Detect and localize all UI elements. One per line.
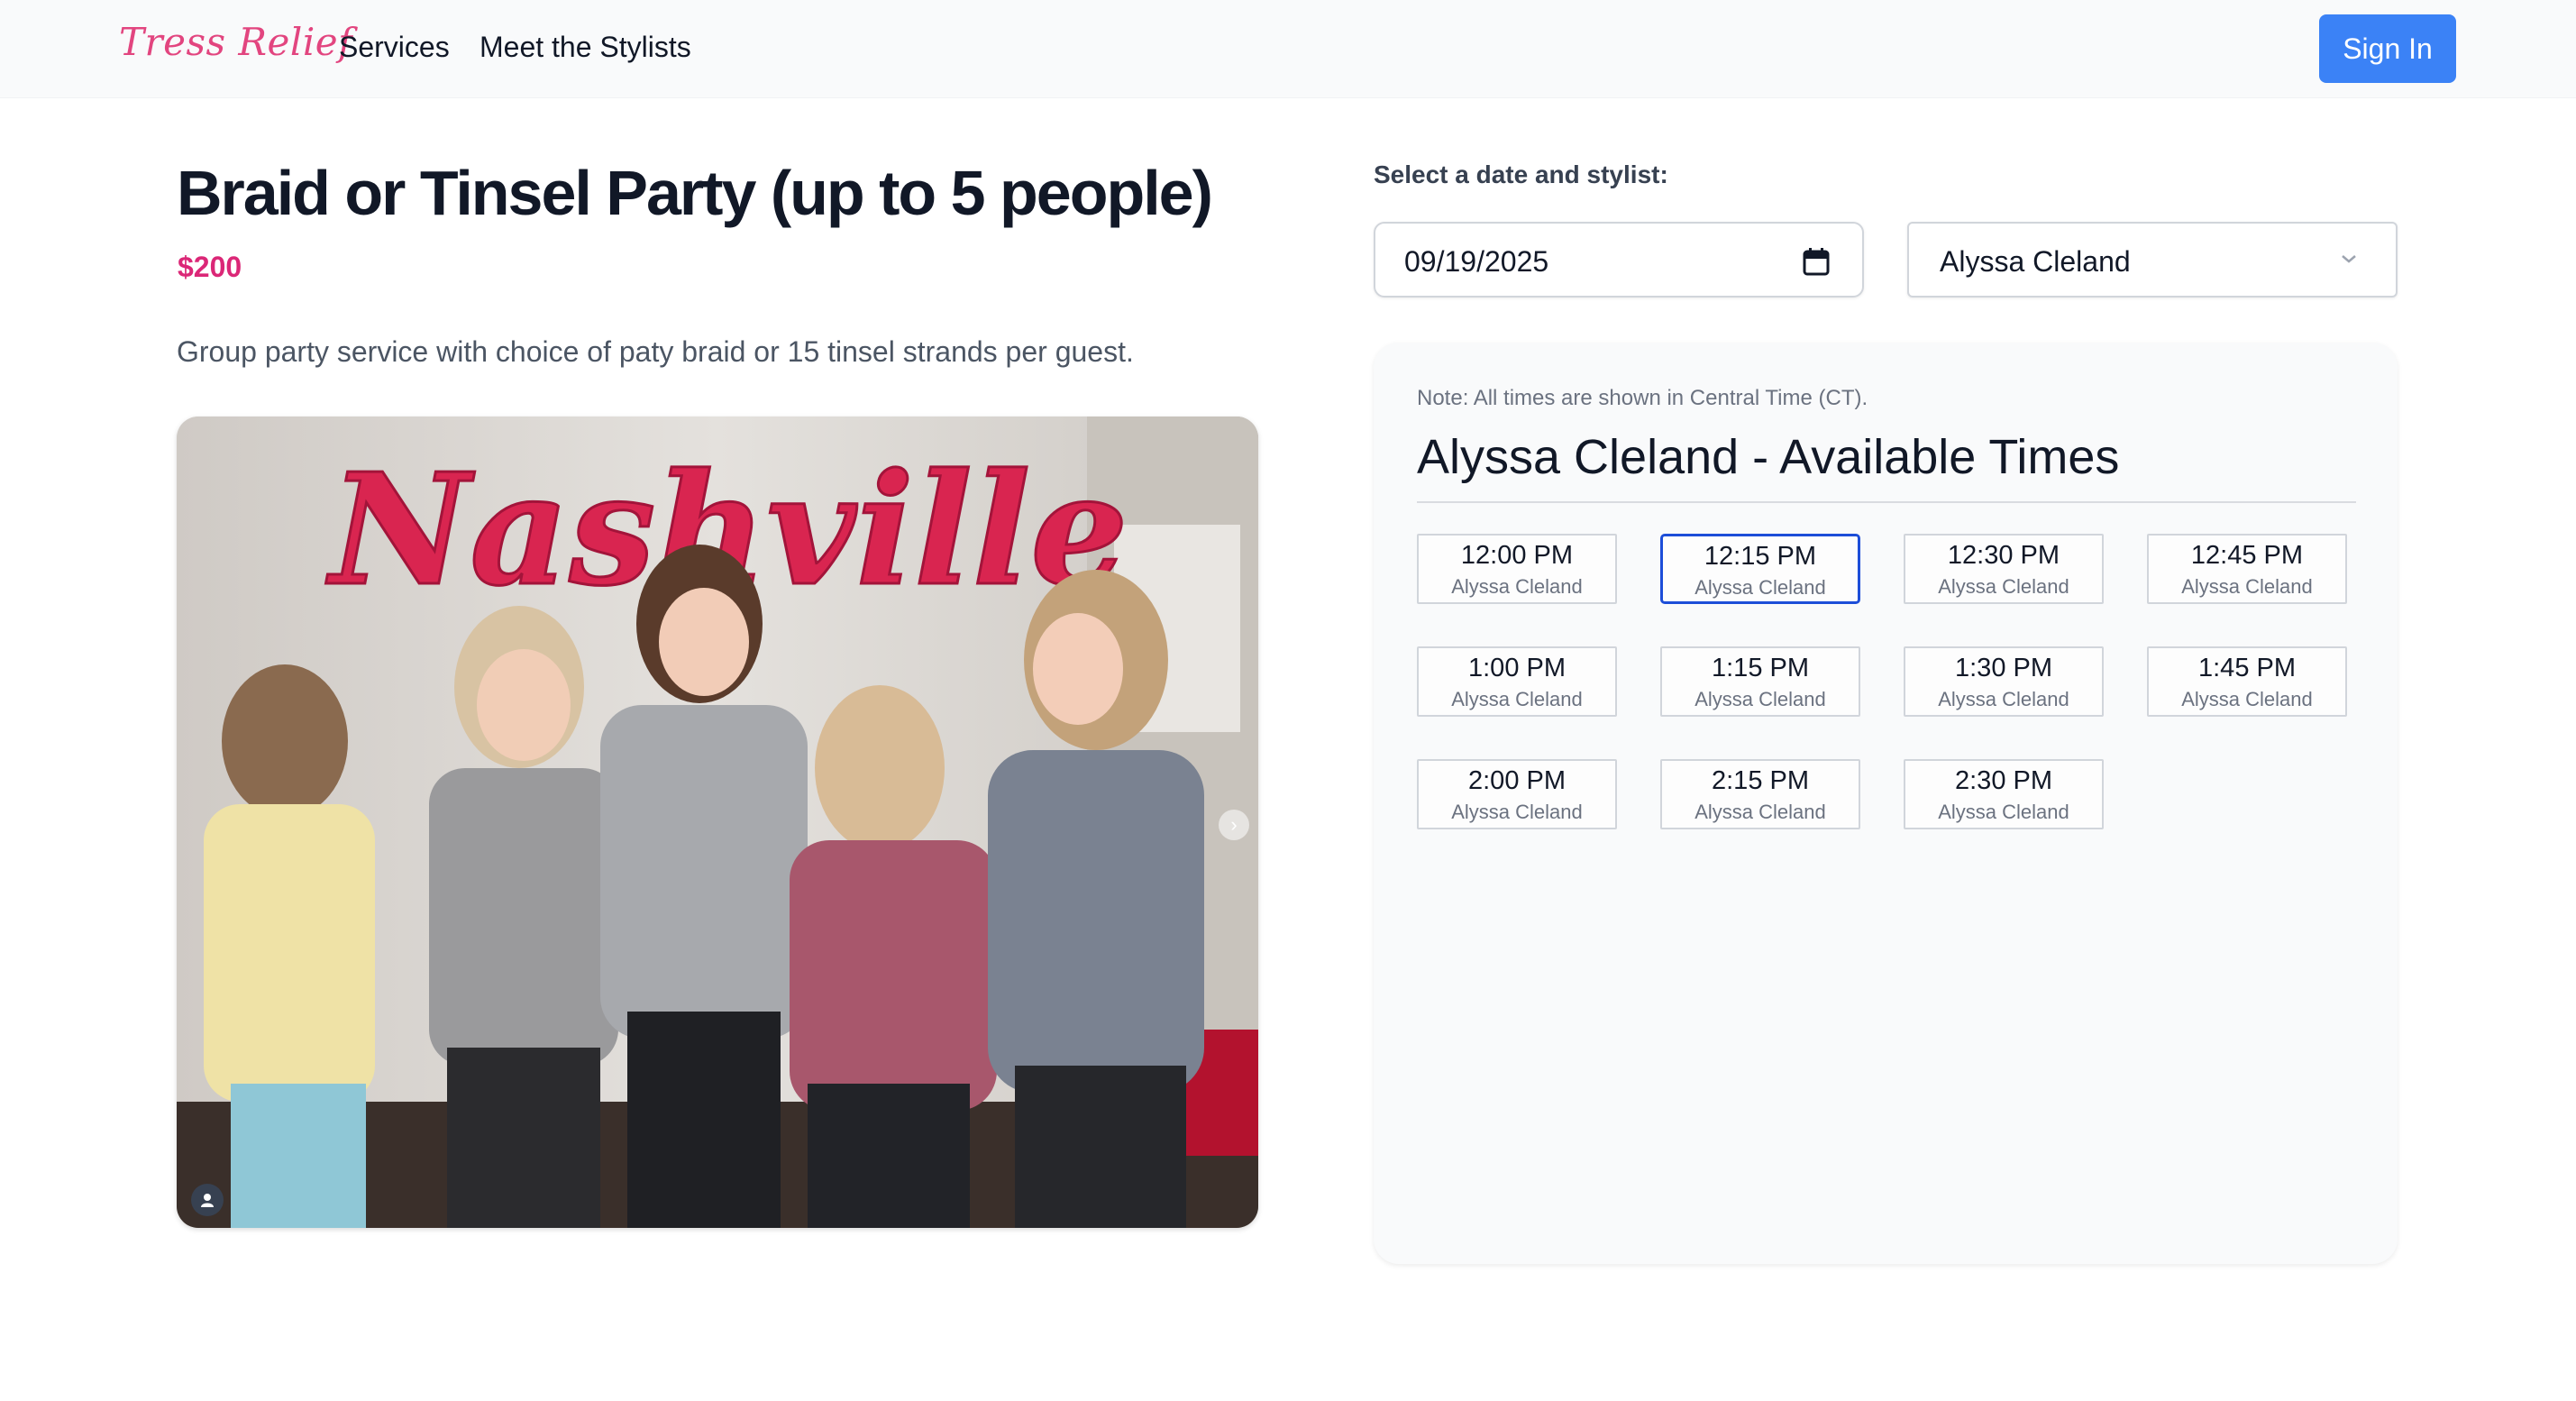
user-icon (191, 1184, 224, 1216)
calendar-icon[interactable] (1803, 247, 1830, 280)
time-slot-stylist: Alyssa Cleland (1694, 688, 1826, 710)
time-slot-stylist: Alyssa Cleland (1694, 576, 1826, 599)
nav-link-services[interactable]: Services (339, 31, 450, 64)
timezone-note: Note: All times are shown in Central Tim… (1417, 386, 1868, 410)
party-photo-illustration: Nashville (177, 417, 1258, 1228)
time-slot-button[interactable]: 12:45 PM Alyssa Cleland (2147, 534, 2347, 604)
time-slot-stylist: Alyssa Cleland (1694, 801, 1826, 823)
time-slot-button[interactable]: 2:15 PM Alyssa Cleland (1660, 759, 1860, 829)
time-slot-button[interactable]: 1:45 PM Alyssa Cleland (2147, 646, 2347, 717)
stylist-select[interactable]: Alyssa Cleland (1907, 222, 2398, 298)
time-slot-button[interactable]: 12:30 PM Alyssa Cleland (1904, 534, 2104, 604)
time-slot-stylist: Alyssa Cleland (1451, 688, 1583, 710)
time-slot-stylist: Alyssa Cleland (2181, 575, 2313, 598)
time-slot-button[interactable]: 12:15 PM Alyssa Cleland (1660, 534, 1860, 604)
carousel-next-icon[interactable]: › (1219, 810, 1249, 840)
time-slot-stylist: Alyssa Cleland (1451, 801, 1583, 823)
time-slot-time: 12:30 PM (1947, 541, 2060, 570)
time-slot-time: 1:30 PM (1955, 654, 2052, 682)
time-slot-stylist: Alyssa Cleland (1451, 575, 1583, 598)
available-times-heading: Alyssa Cleland - Available Times (1417, 430, 2120, 484)
date-stylist-label: Select a date and stylist: (1374, 160, 1668, 188)
available-times-panel: Note: All times are shown in Central Tim… (1374, 343, 2398, 1264)
sign-in-button[interactable]: Sign In (2319, 14, 2456, 83)
time-slot-stylist: Alyssa Cleland (1938, 688, 2069, 710)
brand-logo[interactable]: Tress Relief (119, 20, 352, 64)
service-photo: Nashville (177, 417, 1258, 1228)
service-title: Braid or Tinsel Party (up to 5 people) (177, 158, 1213, 228)
chevron-down-icon (2340, 252, 2358, 270)
stylist-select-value: Alyssa Cleland (1940, 245, 2131, 278)
nav-link-meet-the-stylists[interactable]: Meet the Stylists (480, 31, 691, 64)
date-value: 09/19/2025 (1404, 245, 1549, 278)
time-slot-stylist: Alyssa Cleland (1938, 575, 2069, 598)
time-slot-time: 2:30 PM (1955, 766, 2052, 795)
time-slot-time: 1:15 PM (1712, 654, 1809, 682)
time-slot-button[interactable]: 1:00 PM Alyssa Cleland (1417, 646, 1617, 717)
time-slot-button[interactable]: 2:00 PM Alyssa Cleland (1417, 759, 1617, 829)
top-navbar: Tress Relief Services Meet the Stylists … (0, 0, 2576, 98)
time-slot-button[interactable]: 2:30 PM Alyssa Cleland (1904, 759, 2104, 829)
divider (1417, 501, 2356, 503)
date-input[interactable]: 09/19/2025 (1374, 222, 1864, 298)
service-price: $200 (178, 251, 242, 283)
time-slot-time: 12:15 PM (1704, 542, 1817, 571)
time-slot-stylist: Alyssa Cleland (2181, 688, 2313, 710)
time-slot-time: 12:00 PM (1460, 541, 1574, 570)
time-slot-time: 2:15 PM (1712, 766, 1809, 795)
time-slot-time: 2:00 PM (1468, 766, 1566, 795)
time-slot-time: 1:45 PM (2198, 654, 2296, 682)
time-slot-time: 12:45 PM (2190, 541, 2304, 570)
time-slot-time: 1:00 PM (1468, 654, 1566, 682)
time-slot-button[interactable]: 12:00 PM Alyssa Cleland (1417, 534, 1617, 604)
time-slot-stylist: Alyssa Cleland (1938, 801, 2069, 823)
time-slot-button[interactable]: 1:15 PM Alyssa Cleland (1660, 646, 1860, 717)
time-slot-button[interactable]: 1:30 PM Alyssa Cleland (1904, 646, 2104, 717)
service-description: Group party service with choice of paty … (177, 335, 1134, 368)
